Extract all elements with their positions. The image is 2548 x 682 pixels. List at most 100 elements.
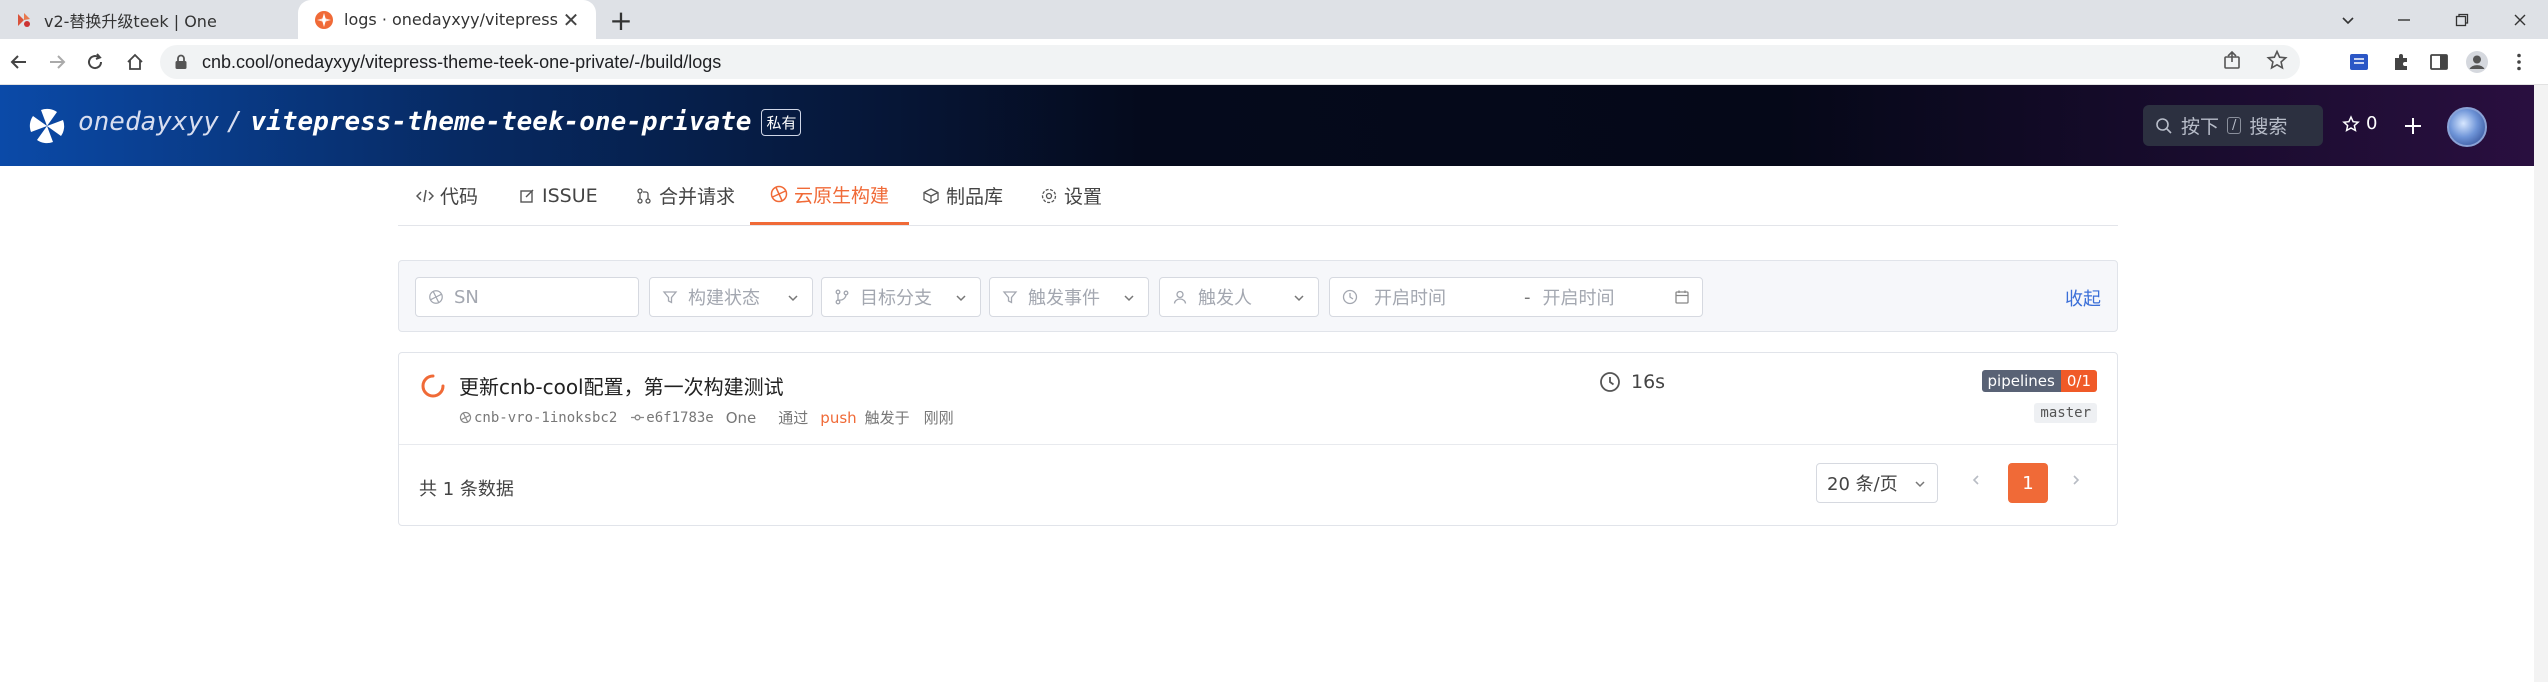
- close-icon[interactable]: ✕: [558, 7, 584, 33]
- repo-nav: 代码 ISSUE 合并请求 云原生构建 制品库 设置: [398, 166, 2118, 226]
- star-icon: [2342, 114, 2360, 133]
- branch-icon: [834, 289, 850, 305]
- profile-icon[interactable]: [2462, 47, 2492, 77]
- page-size-select[interactable]: 20 条/页: [1816, 463, 1938, 503]
- avatar[interactable]: [2447, 107, 2487, 147]
- build-icon: [459, 411, 472, 424]
- tab-label: ISSUE: [542, 184, 598, 207]
- page-scrollbar[interactable]: [2534, 85, 2548, 682]
- tab-packages[interactable]: 制品库: [922, 166, 1003, 225]
- commit-hash-link[interactable]: e6f1783e: [646, 410, 713, 426]
- cnb-logo-icon[interactable]: [27, 106, 67, 146]
- trigger-user-label: 触发人: [1198, 288, 1252, 309]
- chevron-down-icon[interactable]: [2320, 0, 2376, 39]
- duration-value: 16s: [1631, 371, 1666, 393]
- prev-page-button[interactable]: [1969, 471, 1983, 492]
- bookmark-star-icon[interactable]: [2266, 49, 2288, 75]
- issue-icon: [518, 187, 536, 205]
- star-count: 0: [2366, 113, 2378, 134]
- forward-icon[interactable]: [42, 47, 72, 77]
- chevron-down-icon: [954, 289, 968, 310]
- calendar-icon: [1674, 289, 1690, 310]
- tab-issue[interactable]: ISSUE: [518, 166, 598, 225]
- browser-menu-icon[interactable]: [2504, 47, 2534, 77]
- tab-code[interactable]: 代码: [416, 166, 478, 225]
- repo-name-link[interactable]: vitepress-theme-teek-one-private: [251, 107, 752, 137]
- filter-panel: SN 构建状态 目标分支 触发事件 触发人 开启时间 - 开启时间 收起: [398, 260, 2118, 332]
- build-sn-link[interactable]: cnb-vro-1inoksbc2: [474, 410, 617, 426]
- extensions-icon[interactable]: [2386, 47, 2416, 77]
- target-branch-select[interactable]: 目标分支: [821, 277, 981, 317]
- start-time-range-picker[interactable]: 开启时间 - 开启时间: [1329, 277, 1703, 317]
- search-hint-suffix: 搜索: [2249, 116, 2288, 138]
- start-time-to[interactable]: 开启时间: [1543, 284, 1615, 310]
- reading-list-icon[interactable]: [2344, 47, 2374, 77]
- build-status-select[interactable]: 构建状态: [649, 277, 813, 317]
- build-meta: cnb-vro-1inoksbc2 e6f1783e One 通过 push 触…: [459, 407, 954, 428]
- repo-breadcrumb: onedayxyy / vitepress-theme-teek-one-pri…: [78, 107, 802, 137]
- share-icon[interactable]: [2222, 49, 2244, 75]
- next-page-button[interactable]: [2069, 471, 2083, 492]
- search-icon: [2155, 117, 2173, 135]
- chevron-down-icon: [1292, 289, 1306, 310]
- browser-tab-inactive[interactable]: v2-替换升级teek | One: [0, 0, 296, 39]
- chevron-down-icon: [1122, 289, 1136, 310]
- minimize-icon[interactable]: [2376, 0, 2432, 39]
- tab-label: 设置: [1064, 186, 1103, 208]
- trigger-event-select[interactable]: 触发事件: [989, 277, 1149, 317]
- teek-favicon-icon: [14, 10, 34, 30]
- build-list-panel: 更新cnb-cool配置，第一次构建测试 cnb-vro-1inoksbc2 e…: [398, 352, 2118, 526]
- breadcrumb-separator: /: [226, 107, 243, 137]
- author-name[interactable]: One: [726, 409, 757, 427]
- tab-label: 代码: [440, 186, 479, 208]
- sn-filter-input[interactable]: SN: [415, 277, 639, 317]
- trigger-user-select[interactable]: 触发人: [1159, 277, 1319, 317]
- tab-cloud-native-build[interactable]: 云原生构建: [750, 166, 910, 225]
- browser-tab-active[interactable]: logs · onedayxyy/vitepress-the ✕: [298, 0, 596, 39]
- home-icon[interactable]: [120, 47, 150, 77]
- code-icon: [416, 187, 434, 205]
- private-badge: 私有: [761, 108, 802, 136]
- build-icon: [428, 289, 444, 305]
- settings-icon: [1040, 187, 1058, 205]
- range-separator: -: [1524, 286, 1531, 308]
- collapse-filters-link[interactable]: 收起: [2065, 285, 2101, 311]
- current-page-button[interactable]: 1: [2008, 463, 2048, 503]
- filter-icon: [1002, 289, 1018, 305]
- site-header: onedayxyy / vitepress-theme-teek-one-pri…: [0, 85, 2548, 166]
- target-branch-label: 目标分支: [860, 288, 932, 309]
- build-title-link[interactable]: 更新cnb-cool配置，第一次构建测试: [459, 371, 784, 400]
- search-hint-prefix: 按下: [2181, 116, 2220, 138]
- window-close-icon[interactable]: [2492, 0, 2548, 39]
- tab-settings[interactable]: 设置: [1040, 166, 1102, 225]
- sn-placeholder: SN: [454, 286, 479, 308]
- via-text: 通过: [778, 409, 809, 427]
- triggered-text: 触发于: [864, 409, 910, 427]
- plus-icon[interactable]: [2402, 107, 2424, 145]
- tab-title: v2-替换升级teek | One: [44, 11, 217, 31]
- chevron-left-icon: [1972, 475, 1979, 485]
- address-bar[interactable]: cnb.cool/onedayxyy/vitepress-theme-teek-…: [160, 45, 2300, 79]
- pipelines-count: 0/1: [2060, 370, 2097, 392]
- branch-tag[interactable]: master: [2034, 403, 2097, 423]
- page-size-value: 20 条/页: [1827, 474, 1898, 495]
- restore-icon[interactable]: [2434, 0, 2490, 39]
- tab-label: 合并请求: [659, 186, 736, 208]
- start-time-from[interactable]: 开启时间: [1374, 284, 1446, 310]
- reload-icon[interactable]: [80, 47, 110, 77]
- cnb-favicon-icon: [314, 10, 334, 30]
- build-status-label: 构建状态: [688, 288, 760, 309]
- trigger-event-label: 触发事件: [1028, 288, 1100, 309]
- commit-icon: [631, 411, 645, 424]
- build-row[interactable]: 更新cnb-cool配置，第一次构建测试 cnb-vro-1inoksbc2 e…: [399, 353, 2117, 445]
- new-tab-button[interactable]: +: [606, 4, 636, 37]
- star-button[interactable]: 0: [2342, 113, 2377, 134]
- pipelines-badge[interactable]: pipelines 0/1: [1981, 370, 2097, 392]
- repo-owner-link[interactable]: onedayxyy: [78, 107, 219, 137]
- tab-label: 制品库: [946, 186, 1004, 208]
- header-search[interactable]: 按下 / 搜索: [2143, 105, 2323, 146]
- build-duration: 16s: [1599, 371, 1665, 393]
- back-icon[interactable]: [4, 47, 34, 77]
- tab-merge-requests[interactable]: 合并请求: [635, 166, 735, 225]
- side-panel-icon[interactable]: [2424, 47, 2454, 77]
